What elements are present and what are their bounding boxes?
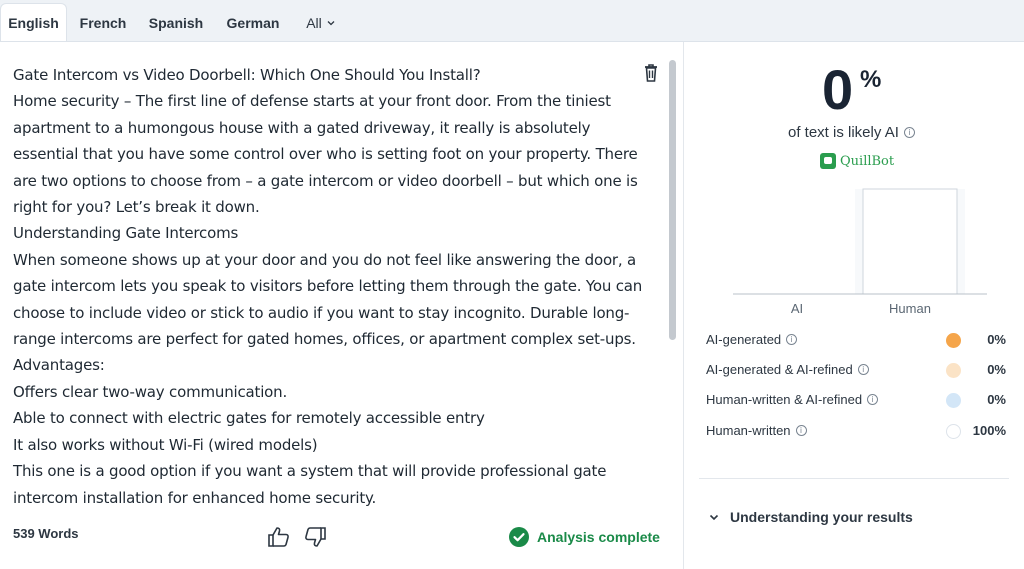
text-line: This one is a good option if you want a …: [13, 462, 607, 507]
language-tab-bar: English French Spanish German All: [0, 0, 1024, 42]
legend-label-wrap: AI-generated i: [706, 332, 798, 347]
tab-label: All: [306, 14, 322, 31]
analysis-status: Analysis complete: [509, 526, 660, 548]
info-icon[interactable]: i: [903, 127, 915, 138]
chart-category-label: AI: [791, 301, 803, 316]
legend-value: 0%: [987, 362, 1006, 377]
legend-value: 0%: [987, 332, 1006, 347]
legend-value: 100%: [972, 423, 1006, 438]
tab-label: English: [8, 15, 59, 31]
text-scrollbar[interactable]: [669, 60, 676, 340]
legend-label: AI-generated: [706, 332, 782, 347]
ai-likelihood-caption: of text is likely AI i: [788, 124, 915, 141]
results-divider: [699, 478, 1009, 479]
text-line: When someone shows up at your door and y…: [13, 250, 643, 349]
legend-row-ai-refined: AI-generated & AI-refined i 0%: [706, 360, 1006, 380]
ai-score-unit: %: [860, 66, 882, 93]
caption-text: of text is likely AI: [788, 124, 899, 141]
legend-swatch: [946, 363, 961, 378]
info-icon[interactable]: i: [857, 364, 869, 375]
legend-label-wrap: Human-written i: [706, 423, 807, 438]
chart-category-label: Human: [889, 301, 931, 316]
text-line: Able to connect with electric gates for …: [13, 409, 485, 428]
detector-card: Gate Intercom vs Video Doorbell: Which O…: [0, 41, 1024, 569]
brand-name: QuillBot: [840, 153, 895, 169]
chart-bar-human: [862, 188, 958, 295]
tab-french[interactable]: French: [73, 3, 133, 42]
status-text: Analysis complete: [537, 529, 660, 545]
text-line: Advantages:: [13, 356, 105, 375]
info-icon[interactable]: i: [795, 425, 807, 436]
input-text-area[interactable]: Gate Intercom vs Video Doorbell: Which O…: [13, 62, 643, 511]
understanding-results-toggle[interactable]: Understanding your results: [708, 509, 913, 525]
text-line: Offers clear two-way communication.: [13, 382, 288, 401]
thumbs-down-icon[interactable]: [303, 526, 327, 548]
word-count: 539 Words: [13, 526, 79, 541]
text-line: Gate Intercom vs Video Doorbell: Which O…: [13, 66, 481, 84]
legend-value: 0%: [987, 392, 1006, 407]
legend-swatch: [946, 424, 961, 439]
legend-swatch: [946, 393, 961, 408]
trash-icon[interactable]: [641, 62, 661, 84]
text-line: Understanding Gate Intercoms: [13, 224, 239, 243]
legend-row-ai-generated: AI-generated i 0%: [706, 330, 1006, 350]
text-line: It also works without Wi-Fi (wired model…: [13, 435, 318, 454]
check-circle-icon: [509, 527, 529, 547]
legend-label: Human-written: [706, 423, 791, 438]
chevron-down-icon: [709, 514, 719, 521]
chart-bar-track: [742, 189, 852, 294]
tab-english[interactable]: English: [0, 3, 67, 42]
tab-label: Spanish: [148, 14, 204, 31]
text-line: Home security – The first line of defens…: [13, 92, 638, 217]
legend-row-human-written: Human-written i 100%: [706, 421, 1006, 441]
legend-label-wrap: AI-generated & AI-refined i: [706, 362, 869, 377]
understanding-label: Understanding your results: [730, 509, 913, 525]
legend-row-human-ai-refined: Human-written & AI-refined i 0%: [706, 390, 1006, 410]
tab-german[interactable]: German: [219, 3, 287, 42]
legend-label-wrap: Human-written & AI-refined i: [706, 392, 879, 407]
info-icon[interactable]: i: [867, 394, 879, 405]
ai-score: 0: [822, 58, 854, 121]
tab-label: French: [79, 14, 127, 31]
tab-spanish[interactable]: Spanish: [144, 3, 208, 42]
tab-all-dropdown[interactable]: All: [300, 3, 342, 42]
tab-label: German: [226, 14, 280, 31]
legend-label: Human-written & AI-refined: [706, 392, 863, 407]
chevron-down-icon: [327, 20, 335, 25]
quillbot-logo-icon: [820, 153, 836, 169]
legend-label: AI-generated & AI-refined: [706, 362, 853, 377]
brand-logo: QuillBot: [820, 153, 894, 169]
info-icon[interactable]: i: [786, 334, 798, 345]
legend-swatch: [946, 333, 961, 348]
thumbs-up-icon[interactable]: [267, 526, 291, 548]
ai-human-bar-chart: AI Human: [733, 188, 987, 316]
panel-divider: [683, 42, 684, 569]
